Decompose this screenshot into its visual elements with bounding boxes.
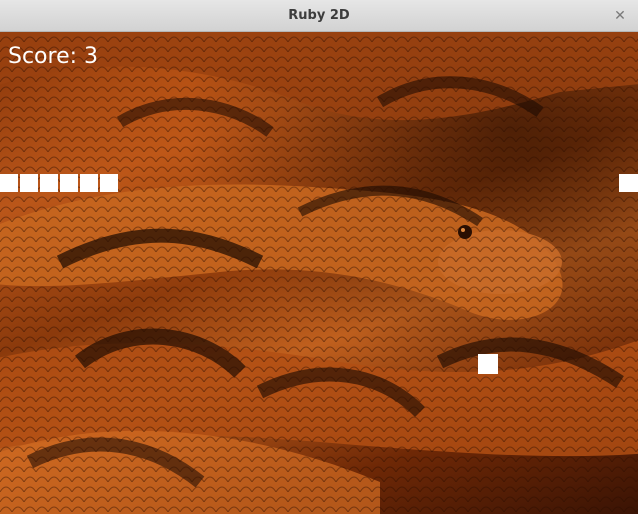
- snake-segment: [20, 174, 38, 192]
- food-pellet: [478, 354, 498, 374]
- title-bar[interactable]: Ruby 2D ✕: [0, 0, 638, 32]
- snake-segment: [60, 174, 78, 192]
- snake-segment: [619, 174, 638, 192]
- snake-segment: [80, 174, 98, 192]
- snake-segment: [40, 174, 58, 192]
- python-skin-background: [0, 32, 638, 514]
- snake-segment: [100, 174, 118, 192]
- snake-segment: [0, 174, 18, 192]
- game-window: Ruby 2D ✕ Score: 3: [0, 0, 638, 514]
- close-icon[interactable]: ✕: [610, 6, 630, 26]
- game-canvas[interactable]: Score: 3: [0, 32, 638, 514]
- score-label: Score: 3: [8, 44, 99, 69]
- window-title: Ruby 2D: [288, 8, 350, 23]
